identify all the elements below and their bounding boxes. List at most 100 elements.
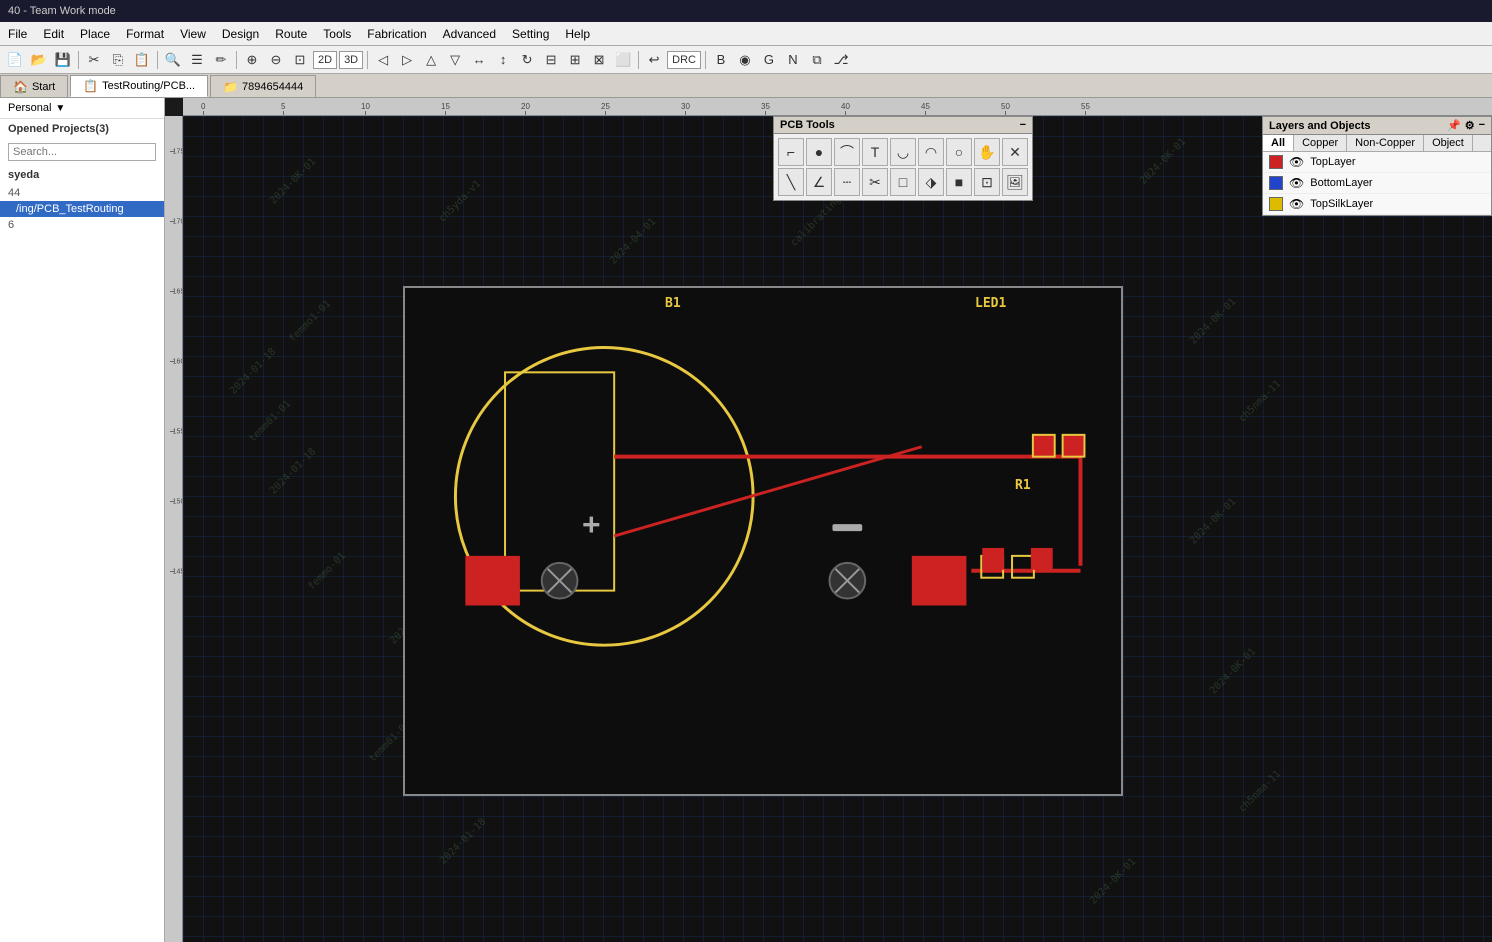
layers-tab-object[interactable]: Object xyxy=(1424,135,1473,151)
menu-item-design[interactable]: Design xyxy=(214,25,267,43)
toolbar-btn-up[interactable]: △ xyxy=(420,49,442,71)
layer-toplayer-visibility[interactable]: 👁 xyxy=(1289,155,1304,169)
tool-image[interactable]: 🖼 xyxy=(1002,168,1028,196)
toolbar-btn-new[interactable]: 📄 xyxy=(4,49,26,71)
toolbar-btn-share[interactable]: ⎇ xyxy=(830,49,852,71)
menu-item-place[interactable]: Place xyxy=(72,25,118,43)
tool-pad[interactable]: ● xyxy=(806,138,832,166)
ruler-h-mark-0: 0 xyxy=(201,102,205,115)
toolbar: 📄📂💾 ✂⎘📋 🔍☰✏ ⊕⊖⊡2D3D ◁▷△▽↔↕↻⊟⊞⊠⬜ ↩DRC B◉GN⧉⎇ xyxy=(0,46,1492,74)
toolbar-btn-open[interactable]: 📂 xyxy=(28,49,50,71)
menu-item-setting[interactable]: Setting xyxy=(504,25,557,43)
toolbar-btn-ungroup[interactable]: ⊠ xyxy=(588,49,610,71)
layers-close[interactable]: − xyxy=(1479,119,1485,132)
layer-toplayer[interactable]: 👁 TopLayer xyxy=(1263,152,1491,173)
tool-arc2[interactable]: ◠ xyxy=(918,138,944,166)
tool-rect[interactable]: □ xyxy=(890,168,916,196)
toolbar-btn-cut[interactable]: ✂ xyxy=(83,49,105,71)
tool-fill-rect[interactable]: ■ xyxy=(946,168,972,196)
menu-item-tools[interactable]: Tools xyxy=(315,25,359,43)
tool-circle[interactable]: ○ xyxy=(946,138,972,166)
toolbar-btn-align[interactable]: ⊟ xyxy=(540,49,562,71)
toolbar-btn-group[interactable]: ⊞ xyxy=(564,49,586,71)
layers-controls: 📌 ⚙ − xyxy=(1447,119,1485,132)
toolbar-btn-zoom-out[interactable]: ⊖ xyxy=(265,49,287,71)
layers-tab-copper[interactable]: Copper xyxy=(1294,135,1347,151)
toolbar-btn-left[interactable]: ◁ xyxy=(372,49,394,71)
opened-projects-section[interactable]: Opened Projects(3) xyxy=(0,119,164,139)
tool-line[interactable]: ╲ xyxy=(778,168,804,196)
toolbar-btn-list[interactable]: ☰ xyxy=(186,49,208,71)
toolbar-btn-flip-v[interactable]: ↕ xyxy=(492,49,514,71)
canvas-area[interactable]: 0510152025303540455055 17517016516015515… xyxy=(165,98,1492,942)
layers-pin[interactable]: 📌 xyxy=(1447,119,1461,132)
toolbar-btn-paste[interactable]: 📋 xyxy=(131,49,153,71)
menu-item-edit[interactable]: Edit xyxy=(35,25,72,43)
toolbar-sep xyxy=(705,51,706,69)
layers-tab-noncopper[interactable]: Non-Copper xyxy=(1347,135,1424,151)
toolbar-btn-layers-btn[interactable]: ⧉ xyxy=(806,49,828,71)
tool-angle[interactable]: ∠ xyxy=(806,168,832,196)
toolbar-btn-pad[interactable]: ⬜ xyxy=(612,49,634,71)
ruler-h-mark-10: 10 xyxy=(361,102,370,115)
toolbar-btn-zoom-in[interactable]: ⊕ xyxy=(241,49,263,71)
personal-label[interactable]: Personal xyxy=(8,102,51,114)
grid-text-3: 2024-04-01 xyxy=(608,216,658,266)
toolbar-btn-fit[interactable]: ⊡ xyxy=(289,49,311,71)
toolbar-sep xyxy=(78,51,79,69)
tool-component[interactable]: ⊡ xyxy=(974,168,1000,196)
toolbar-btn-copy[interactable]: ⎘ xyxy=(107,49,129,71)
tool-cross[interactable]: ✕ xyxy=(1002,138,1028,166)
tool-cut[interactable]: ✂ xyxy=(862,168,888,196)
toolbar-3d[interactable]: 3D xyxy=(339,51,363,69)
layers-tab-all[interactable]: All xyxy=(1263,135,1294,151)
sidebar-header: Personal ▼ xyxy=(0,98,164,119)
toolbar-btn-edit[interactable]: ✏ xyxy=(210,49,232,71)
menu-item-format[interactable]: Format xyxy=(118,25,172,43)
pcb-canvas[interactable]: 2024-0K-01 ch5yda-v1 2024-04-01 calibrat… xyxy=(183,116,1492,942)
tool-measure[interactable]: ⬗ xyxy=(918,168,944,196)
tab-testrouting-pcb---[interactable]: 📋TestRouting/PCB... xyxy=(70,75,208,97)
toolbar-btn-flip-h[interactable]: ↔ xyxy=(468,49,490,71)
label-led1: LED1 xyxy=(975,296,1006,311)
layer-topsilklayer[interactable]: 👁 TopSilkLayer xyxy=(1263,194,1491,215)
menu-item-advanced[interactable]: Advanced xyxy=(435,25,504,43)
grid-text-18: ch5nma-11 xyxy=(1237,768,1283,814)
tool-arc1[interactable]: ◡ xyxy=(890,138,916,166)
layers-settings[interactable]: ⚙ xyxy=(1465,119,1475,132)
menu-item-file[interactable]: File xyxy=(0,25,35,43)
tool-route-wire[interactable]: ⌐ xyxy=(778,138,804,166)
layer-topsilklayer-visibility[interactable]: 👁 xyxy=(1289,197,1304,211)
layer-bottomlayer[interactable]: 👁 BottomLayer xyxy=(1263,173,1491,194)
toolbar-btn-right[interactable]: ▷ xyxy=(396,49,418,71)
tool-dotline[interactable]: ┄ xyxy=(834,168,860,196)
toolbar-btn-gerber[interactable]: G xyxy=(758,49,780,71)
toolbar-drc[interactable]: DRC xyxy=(667,51,701,69)
toolbar-btn-down[interactable]: ▽ xyxy=(444,49,466,71)
tab-start[interactable]: 🏠Start xyxy=(0,75,68,97)
toolbar-btn-net[interactable]: N xyxy=(782,49,804,71)
dropdown-icon[interactable]: ▼ xyxy=(55,103,65,114)
toolbar-btn-bom[interactable]: B xyxy=(710,49,732,71)
toolbar-btn-save[interactable]: 💾 xyxy=(52,49,74,71)
menu-item-view[interactable]: View xyxy=(172,25,214,43)
tool-hand[interactable]: ✋ xyxy=(974,138,1000,166)
grid-text-14: femmo-01 xyxy=(306,551,348,593)
grid-text-7: femmo1-01 xyxy=(287,298,333,344)
grid-text-8: 2024-01-18 xyxy=(228,346,278,396)
tab-7894654444[interactable]: 📁7894654444 xyxy=(210,75,316,97)
menu-item-help[interactable]: Help xyxy=(557,25,598,43)
toolbar-2d[interactable]: 2D xyxy=(313,51,337,69)
menu-item-route[interactable]: Route xyxy=(267,25,315,43)
tool-route-point[interactable]: ⌒ xyxy=(834,138,860,166)
sidebar-search[interactable] xyxy=(8,143,156,161)
toolbar-btn-undo[interactable]: ↩ xyxy=(643,49,665,71)
toolbar-btn-search[interactable]: 🔍 xyxy=(162,49,184,71)
toolbar-btn-3d-view[interactable]: ◉ xyxy=(734,49,756,71)
layer-bottomlayer-visibility[interactable]: 👁 xyxy=(1289,176,1304,190)
menu-item-fabrication[interactable]: Fabrication xyxy=(359,25,434,43)
tool-text[interactable]: T xyxy=(862,138,888,166)
toolbar-btn-rotate[interactable]: ↻ xyxy=(516,49,538,71)
pcb-tools-minimize[interactable]: − xyxy=(1020,119,1026,131)
sidebar-active-project[interactable]: /ing/PCB_TestRouting xyxy=(0,201,164,217)
